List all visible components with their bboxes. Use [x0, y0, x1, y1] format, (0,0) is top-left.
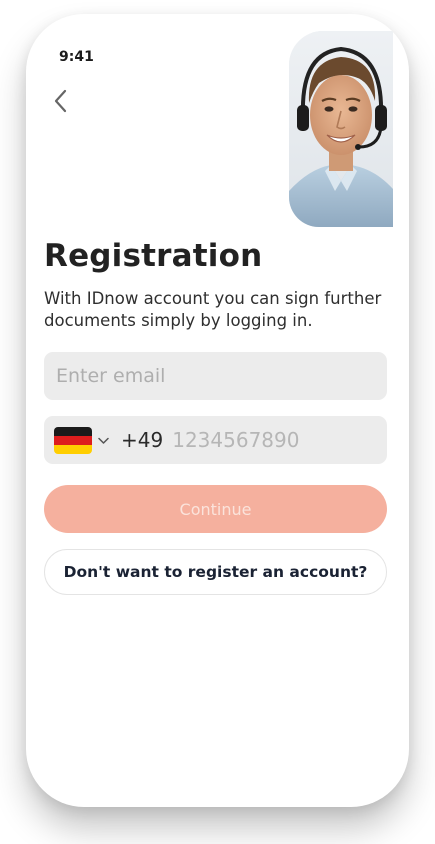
country-selector[interactable] [54, 426, 109, 454]
germany-flag-icon [54, 426, 92, 454]
status-time: 9:41 [59, 49, 94, 65]
agent-photo [289, 31, 393, 227]
page-title: Registration [44, 238, 263, 274]
phone-field-container: +49 [44, 416, 387, 464]
chevron-left-icon [54, 89, 67, 113]
skip-registration-button[interactable]: Don't want to register an account? [44, 549, 387, 595]
email-field-container [44, 352, 387, 400]
dial-code: +49 [121, 428, 164, 452]
continue-button[interactable]: Continue [44, 485, 387, 533]
chevron-down-icon [98, 437, 109, 444]
email-input[interactable] [54, 364, 387, 388]
phone-screen: 9:41 Registration With IDnow account you… [26, 14, 409, 807]
page-subtitle: With IDnow account you can sign further … [44, 289, 382, 330]
phone-input[interactable] [170, 427, 335, 453]
back-button[interactable] [48, 86, 74, 116]
